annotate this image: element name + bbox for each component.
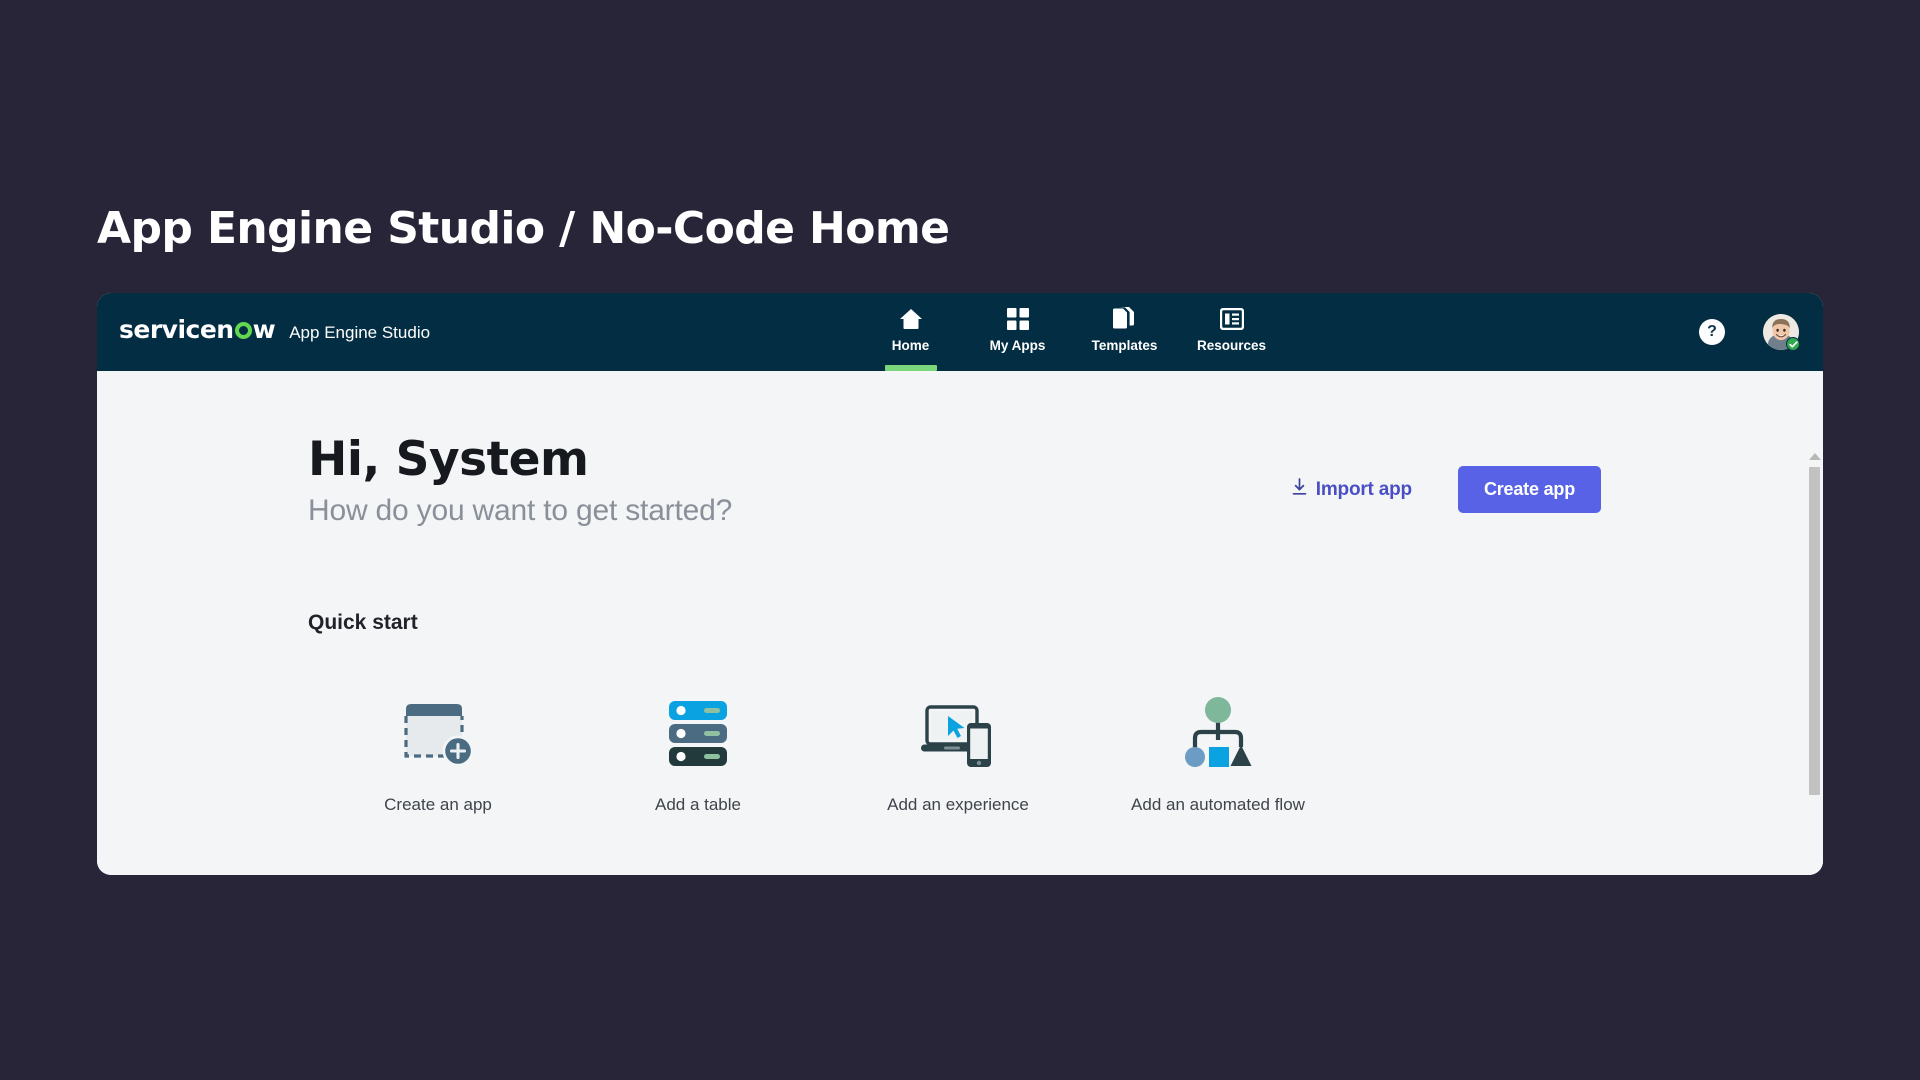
servicenow-logo: servicen w bbox=[119, 315, 276, 344]
create-app-button[interactable]: Create app bbox=[1457, 466, 1601, 513]
screen: App Engine Studio / No-Code Home service… bbox=[0, 0, 1920, 1080]
tile-label-create-an-app: Create an app bbox=[384, 795, 492, 814]
logo-text-right: w bbox=[252, 315, 276, 344]
nav-items: Home My Apps Templates Resources bbox=[857, 293, 1285, 371]
avatar[interactable] bbox=[1763, 314, 1800, 351]
home-icon bbox=[899, 306, 923, 332]
page-title: App Engine Studio / No-Code Home bbox=[97, 203, 950, 254]
scroll-up-arrow-icon[interactable] bbox=[1808, 453, 1821, 460]
product-name: App Engine Studio bbox=[289, 323, 431, 342]
tile-label-add-a-table: Add a table bbox=[654, 795, 741, 814]
header-actions: Import app Create app bbox=[1292, 466, 1601, 513]
top-navigation-bar: servicen w App Engine Studio Home My App… bbox=[97, 293, 1823, 371]
logo-text-left: servicen bbox=[119, 315, 234, 344]
tile-label-add-an-automated-flow: Add an automated flow bbox=[1131, 795, 1305, 814]
nav-item-home[interactable]: Home bbox=[857, 293, 964, 371]
nav-label-my-apps: My Apps bbox=[989, 338, 1046, 353]
app-window: servicen w App Engine Studio Home My App… bbox=[97, 293, 1823, 875]
import-app-label: Import app bbox=[1315, 478, 1412, 500]
check-badge-icon bbox=[1786, 337, 1800, 351]
tile-label-add-an-experience: Add an experience bbox=[887, 795, 1029, 814]
tile-create-an-app[interactable]: Create an app bbox=[308, 691, 568, 815]
quick-start-tiles: Create an app Add a table Add an experie… bbox=[308, 691, 1348, 815]
tile-add-an-automated-flow[interactable]: Add an automated flow bbox=[1088, 691, 1348, 815]
logo-o-icon bbox=[234, 322, 252, 339]
document-list-icon bbox=[1219, 306, 1244, 332]
nav-item-resources[interactable]: Resources bbox=[1178, 293, 1285, 371]
greeting-heading: Hi, System bbox=[308, 432, 589, 487]
help-icon[interactable]: ? bbox=[1699, 319, 1725, 345]
vertical-scrollbar[interactable] bbox=[1806, 449, 1823, 875]
new-app-window-icon bbox=[400, 691, 476, 777]
nav-label-home: Home bbox=[891, 338, 930, 353]
laptop-phone-icon bbox=[918, 691, 998, 777]
nav-label-resources: Resources bbox=[1196, 338, 1267, 353]
download-arrow-icon bbox=[1292, 477, 1307, 502]
nav-item-templates[interactable]: Templates bbox=[1071, 293, 1178, 371]
scrollbar-thumb[interactable] bbox=[1809, 467, 1820, 795]
copy-pages-icon bbox=[1113, 306, 1136, 332]
tile-add-a-table[interactable]: Add a table bbox=[568, 691, 828, 815]
import-app-button[interactable]: Import app bbox=[1292, 477, 1412, 502]
nav-label-templates: Templates bbox=[1091, 338, 1158, 353]
main-content: Hi, System How do you want to get starte… bbox=[97, 371, 1823, 875]
brand[interactable]: servicen w App Engine Studio bbox=[119, 317, 430, 343]
tile-add-an-experience[interactable]: Add an experience bbox=[828, 691, 1088, 815]
greeting-subtitle: How do you want to get started? bbox=[308, 494, 733, 528]
grid-icon bbox=[1006, 306, 1029, 332]
nav-item-my-apps[interactable]: My Apps bbox=[964, 293, 1071, 371]
quick-start-heading: Quick start bbox=[308, 611, 418, 634]
greeting-block: Hi, System How do you want to get starte… bbox=[308, 435, 732, 528]
database-stack-icon bbox=[660, 691, 736, 777]
nav-right-actions: ? bbox=[1699, 293, 1800, 371]
flow-tree-icon bbox=[1179, 691, 1257, 777]
